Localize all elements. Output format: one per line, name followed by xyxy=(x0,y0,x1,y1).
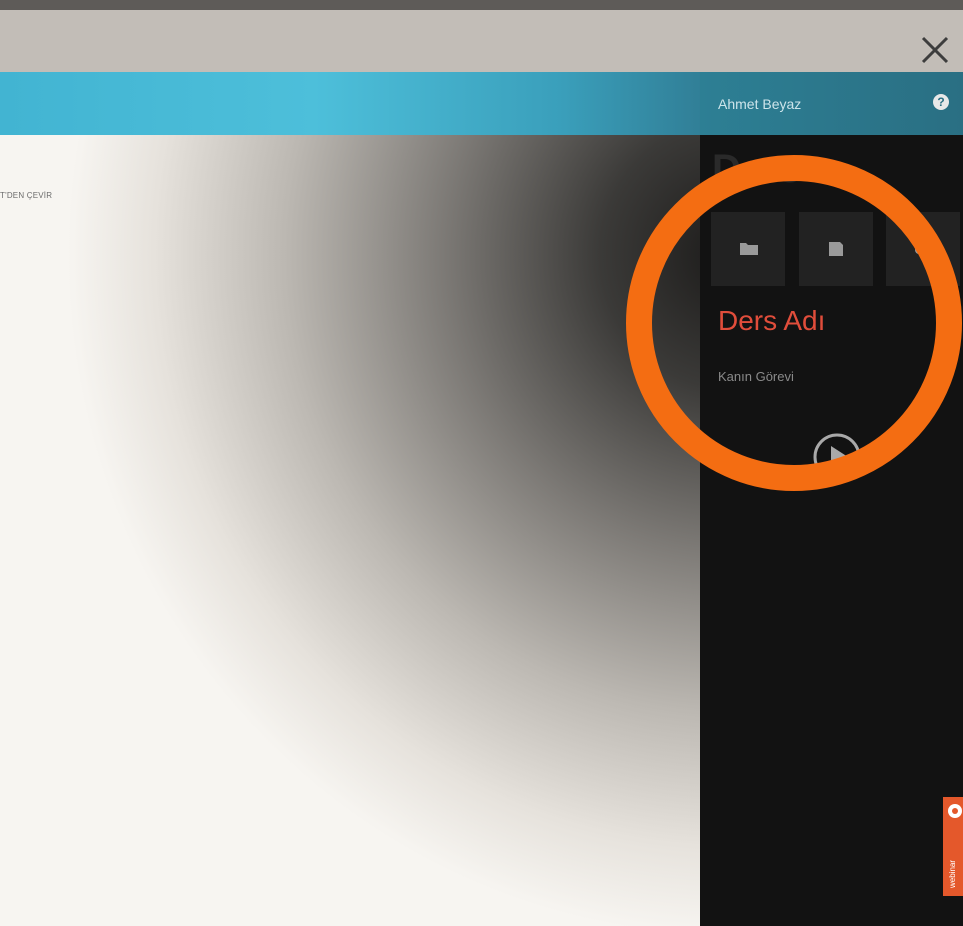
user-name[interactable]: Ahmet Beyaz xyxy=(718,96,801,112)
folder-icon xyxy=(740,243,758,255)
save-icon xyxy=(829,242,843,256)
play-button[interactable] xyxy=(812,432,862,482)
top-strip xyxy=(0,0,963,10)
pencil-icon xyxy=(943,314,953,324)
help-icon[interactable]: ? xyxy=(933,94,949,110)
title-bar xyxy=(0,10,963,72)
chat-icon xyxy=(948,804,962,818)
edit-title-button[interactable] xyxy=(941,312,955,331)
canvas-text-fragment: T'DEN ÇEVİR xyxy=(0,191,53,200)
webinar-side-tab-label: webinar xyxy=(948,859,957,888)
play-icon xyxy=(813,433,861,481)
close-button[interactable] xyxy=(917,32,953,68)
right-panel: Ahmet Beyaz ? Ders Ders Adı Kanın Görevi xyxy=(700,72,963,926)
editor-canvas[interactable]: T'DEN ÇEVİR xyxy=(0,135,700,926)
open-folder-button[interactable] xyxy=(711,212,785,286)
save-button[interactable] xyxy=(799,212,873,286)
course-subtitle: Kanın Görevi xyxy=(718,369,794,384)
panel-ghost-title: Ders xyxy=(712,147,801,191)
close-icon xyxy=(921,36,949,64)
app-header xyxy=(0,72,700,135)
panel-header: Ahmet Beyaz ? xyxy=(700,72,963,135)
cloud-upload-button[interactable] xyxy=(886,212,960,286)
course-title: Ders Adı xyxy=(718,305,826,336)
cloud-upload-icon xyxy=(915,241,936,254)
